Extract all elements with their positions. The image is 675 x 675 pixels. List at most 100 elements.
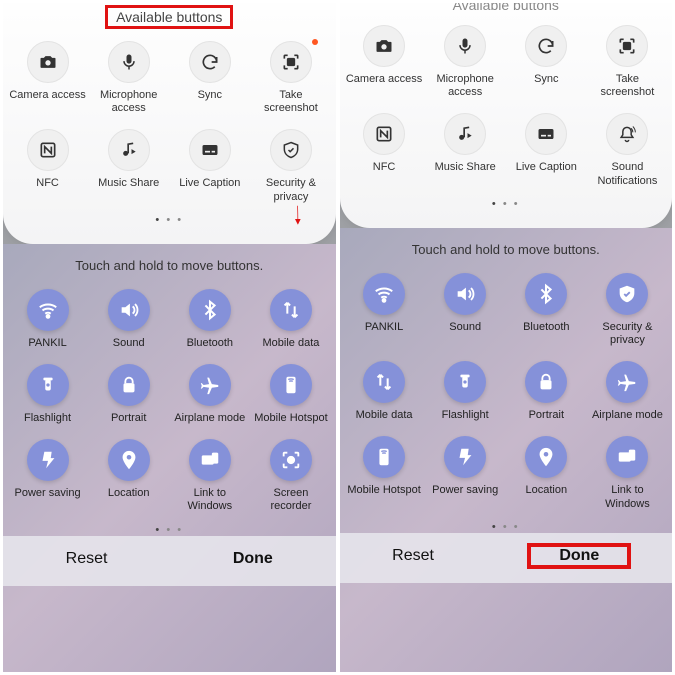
reset-button[interactable]: Reset [54,546,120,572]
tile-label: Mobile Hotspot [250,412,331,425]
tile-screenshot[interactable]: Take screenshot [587,25,668,99]
nfc-icon [363,113,405,155]
tile-link[interactable]: Link to Windows [169,439,250,513]
active-panel: Touch and hold to move buttons. PANKILSo… [340,228,673,672]
tile-music[interactable]: Music Share [425,113,506,187]
wifi-icon [363,273,405,315]
tile-plane[interactable]: Airplane mode [169,364,250,425]
flash-icon [444,361,486,403]
tile-bt[interactable]: Bluetooth [169,289,250,350]
tile-bell[interactable]: Sound Notifications [587,113,668,187]
wifi-icon [27,289,69,331]
move-hint: Touch and hold to move buttons. [340,242,673,257]
tile-sound[interactable]: Sound [425,273,506,347]
screenshot-icon [606,25,648,67]
done-button[interactable]: Done [547,543,611,568]
tile-nfc[interactable]: NFC [344,113,425,187]
tile-label: Mobile data [344,409,425,422]
tile-label: PANKIL [7,337,88,350]
tile-label: Camera access [7,89,88,102]
tile-label: Airplane mode [169,412,250,425]
tile-music[interactable]: Music Share [88,129,169,203]
screenshot-icon [270,41,312,83]
action-bar: Reset Done [340,533,673,583]
tile-sync[interactable]: Sync [169,41,250,115]
tile-caption[interactable]: Live Caption [506,113,587,187]
tile-label: Flashlight [425,409,506,422]
tile-loc[interactable]: Location [506,436,587,510]
tile-hotspot[interactable]: Mobile Hotspot [250,364,331,425]
hotspot-icon [270,364,312,406]
tile-rec[interactable]: Screen recorder [250,439,331,513]
tile-caption[interactable]: Live Caption [169,129,250,203]
tile-label: Power saving [7,487,88,500]
tile-mic[interactable]: Microphone access [88,41,169,115]
tile-label: NFC [344,161,425,174]
music-icon [444,113,486,155]
available-header: Available buttons [3,3,336,41]
available-panel: Available buttons Camera accessMicrophon… [3,3,336,244]
tile-label: Link to Windows [587,484,668,510]
tile-flash[interactable]: Flashlight [425,361,506,422]
tile-label: Sound [425,321,506,334]
tile-power[interactable]: Power saving [425,436,506,510]
tile-label: Take screenshot [587,73,668,99]
done-highlight: Done [527,543,631,569]
tile-label: Mobile Hotspot [344,484,425,497]
sync-icon [189,41,231,83]
link-icon [606,436,648,478]
tile-shield[interactable]: Security & privacy [250,129,331,203]
tile-label: Sound Notifications [587,161,668,187]
hotspot-icon [363,436,405,478]
tile-power[interactable]: Power saving [7,439,88,513]
tile-mic[interactable]: Microphone access [425,25,506,99]
data-icon [363,361,405,403]
tile-hotspot[interactable]: Mobile Hotspot [344,436,425,510]
tile-label: Mobile data [250,337,331,350]
loc-icon [525,436,567,478]
plane-icon [189,364,231,406]
tile-label: Live Caption [506,161,587,174]
page-dots: • • • [340,521,673,533]
tile-label: Take screenshot [250,89,331,115]
plane-icon [606,361,648,403]
tile-lock[interactable]: Portrait [88,364,169,425]
tile-label: Bluetooth [169,337,250,350]
camera-icon [27,41,69,83]
camera-icon [363,25,405,67]
tile-label: Airplane mode [587,409,668,422]
tile-link[interactable]: Link to Windows [587,436,668,510]
mic-icon [108,41,150,83]
tile-label: Screen recorder [250,487,331,513]
tile-lock[interactable]: Portrait [506,361,587,422]
lock-icon [108,364,150,406]
tile-camera[interactable]: Camera access [7,41,88,115]
tile-plane[interactable]: Airplane mode [587,361,668,422]
tile-bt[interactable]: Bluetooth [506,273,587,347]
tile-sound[interactable]: Sound [88,289,169,350]
tile-nfc[interactable]: NFC [7,129,88,203]
tile-wifi[interactable]: PANKIL [7,289,88,350]
page-dots: • • • [340,198,673,210]
tile-data[interactable]: Mobile data [344,361,425,422]
tile-shield-f[interactable]: Security & privacy [587,273,668,347]
tile-label: Music Share [425,161,506,174]
tile-sync[interactable]: Sync [506,25,587,99]
tile-screenshot[interactable]: Take screenshot [250,41,331,115]
tile-label: Power saving [425,484,506,497]
page-dots: • • • [3,524,336,536]
sync-icon [525,25,567,67]
tile-label: Music Share [88,177,169,190]
reset-button[interactable]: Reset [380,543,446,569]
tile-data[interactable]: Mobile data [250,289,331,350]
indicator-dot [312,39,318,45]
header-highlight: Available buttons [105,5,233,29]
music-icon [108,129,150,171]
tile-wifi[interactable]: PANKIL [344,273,425,347]
tile-camera[interactable]: Camera access [344,25,425,99]
shield-icon [270,129,312,171]
tile-flash[interactable]: Flashlight [7,364,88,425]
bell-icon [606,113,648,155]
tile-loc[interactable]: Location [88,439,169,513]
done-button[interactable]: Done [221,546,285,572]
